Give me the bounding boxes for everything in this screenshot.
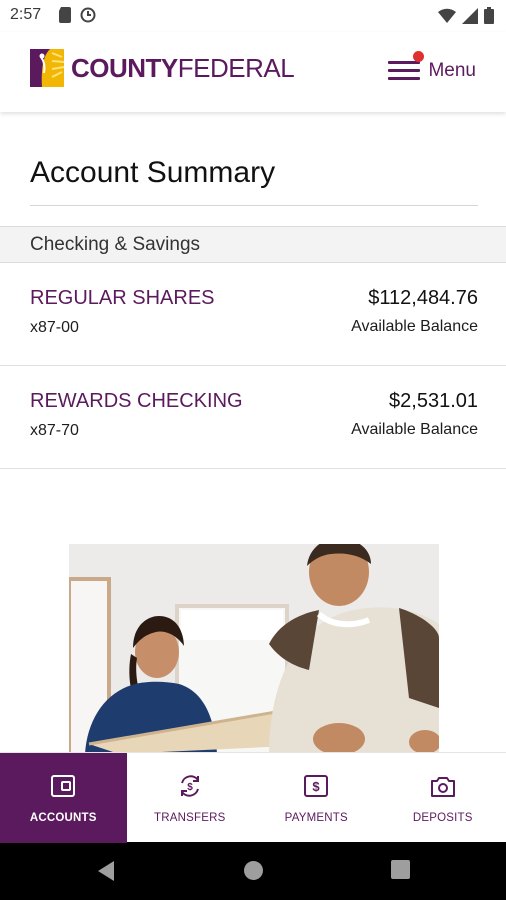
svg-text:$: $ (313, 779, 321, 794)
section-header-label: Checking & Savings (30, 234, 201, 255)
bottom-nav: ACCOUNTS $ TRANSFERS $ PAYMENTS DEPOSITS (0, 752, 506, 843)
logo-mark-icon (30, 49, 64, 87)
menu-label: Menu (428, 60, 476, 81)
nav-label: ACCOUNTS (29, 812, 97, 824)
home-icon[interactable] (243, 860, 264, 881)
camera-icon (430, 777, 455, 797)
hamburger-icon (388, 51, 425, 83)
section-header: Checking & Savings (0, 226, 506, 263)
data-saver-icon (80, 7, 96, 23)
account-balance-label: Available Balance (351, 318, 478, 335)
app-header: COUNTYFEDERAL Menu (0, 32, 506, 112)
back-icon[interactable] (96, 860, 116, 882)
account-row-rewards-checking[interactable]: REWARDS CHECKING x87-70 $2,531.01 Availa… (0, 366, 506, 469)
nav-label: TRANSFERS (154, 812, 226, 824)
promo-image[interactable] (69, 544, 439, 754)
recents-icon[interactable] (391, 860, 410, 879)
svg-text:$: $ (187, 782, 193, 793)
signal-icon (462, 7, 478, 24)
account-row-regular-shares[interactable]: REGULAR SHARES x87-00 $112,484.76 Availa… (0, 263, 506, 366)
account-number: x87-70 (30, 422, 79, 439)
nav-payments[interactable]: $ PAYMENTS (253, 753, 380, 843)
status-bar: 2:57 (0, 0, 506, 32)
county-federal-logo[interactable]: COUNTYFEDERAL (30, 49, 295, 87)
account-name: REWARDS CHECKING (30, 390, 243, 412)
title-divider (30, 205, 478, 206)
logo-text-bold: COUNTY (71, 53, 178, 83)
account-balance-label: Available Balance (351, 421, 478, 438)
nav-deposits[interactable]: DEPOSITS (380, 753, 506, 843)
nav-accounts[interactable]: ACCOUNTS (0, 753, 127, 843)
logo-wordmark: COUNTYFEDERAL (71, 49, 295, 87)
nav-transfers[interactable]: $ TRANSFERS (127, 753, 254, 843)
wallet-icon (51, 775, 76, 797)
transfer-icon: $ (180, 775, 199, 797)
account-balance: $2,531.01 (389, 390, 478, 412)
system-nav-bar (0, 842, 506, 900)
notification-badge (413, 51, 425, 62)
sd-card-icon (59, 7, 71, 23)
promo-photo-illustration (69, 544, 439, 754)
page-title: Account Summary (30, 156, 276, 189)
account-balance: $112,484.76 (368, 287, 478, 309)
battery-icon (484, 7, 494, 24)
status-time: 2:57 (10, 6, 42, 23)
logo-text-regular: FEDERAL (177, 53, 295, 83)
nav-label: PAYMENTS (284, 812, 348, 824)
account-name: REGULAR SHARES (30, 287, 215, 309)
nav-label: DEPOSITS (412, 812, 473, 824)
account-number: x87-00 (30, 319, 79, 336)
dollar-bill-icon: $ (304, 775, 329, 797)
wifi-icon (438, 8, 456, 23)
menu-button[interactable]: Menu (388, 51, 476, 88)
